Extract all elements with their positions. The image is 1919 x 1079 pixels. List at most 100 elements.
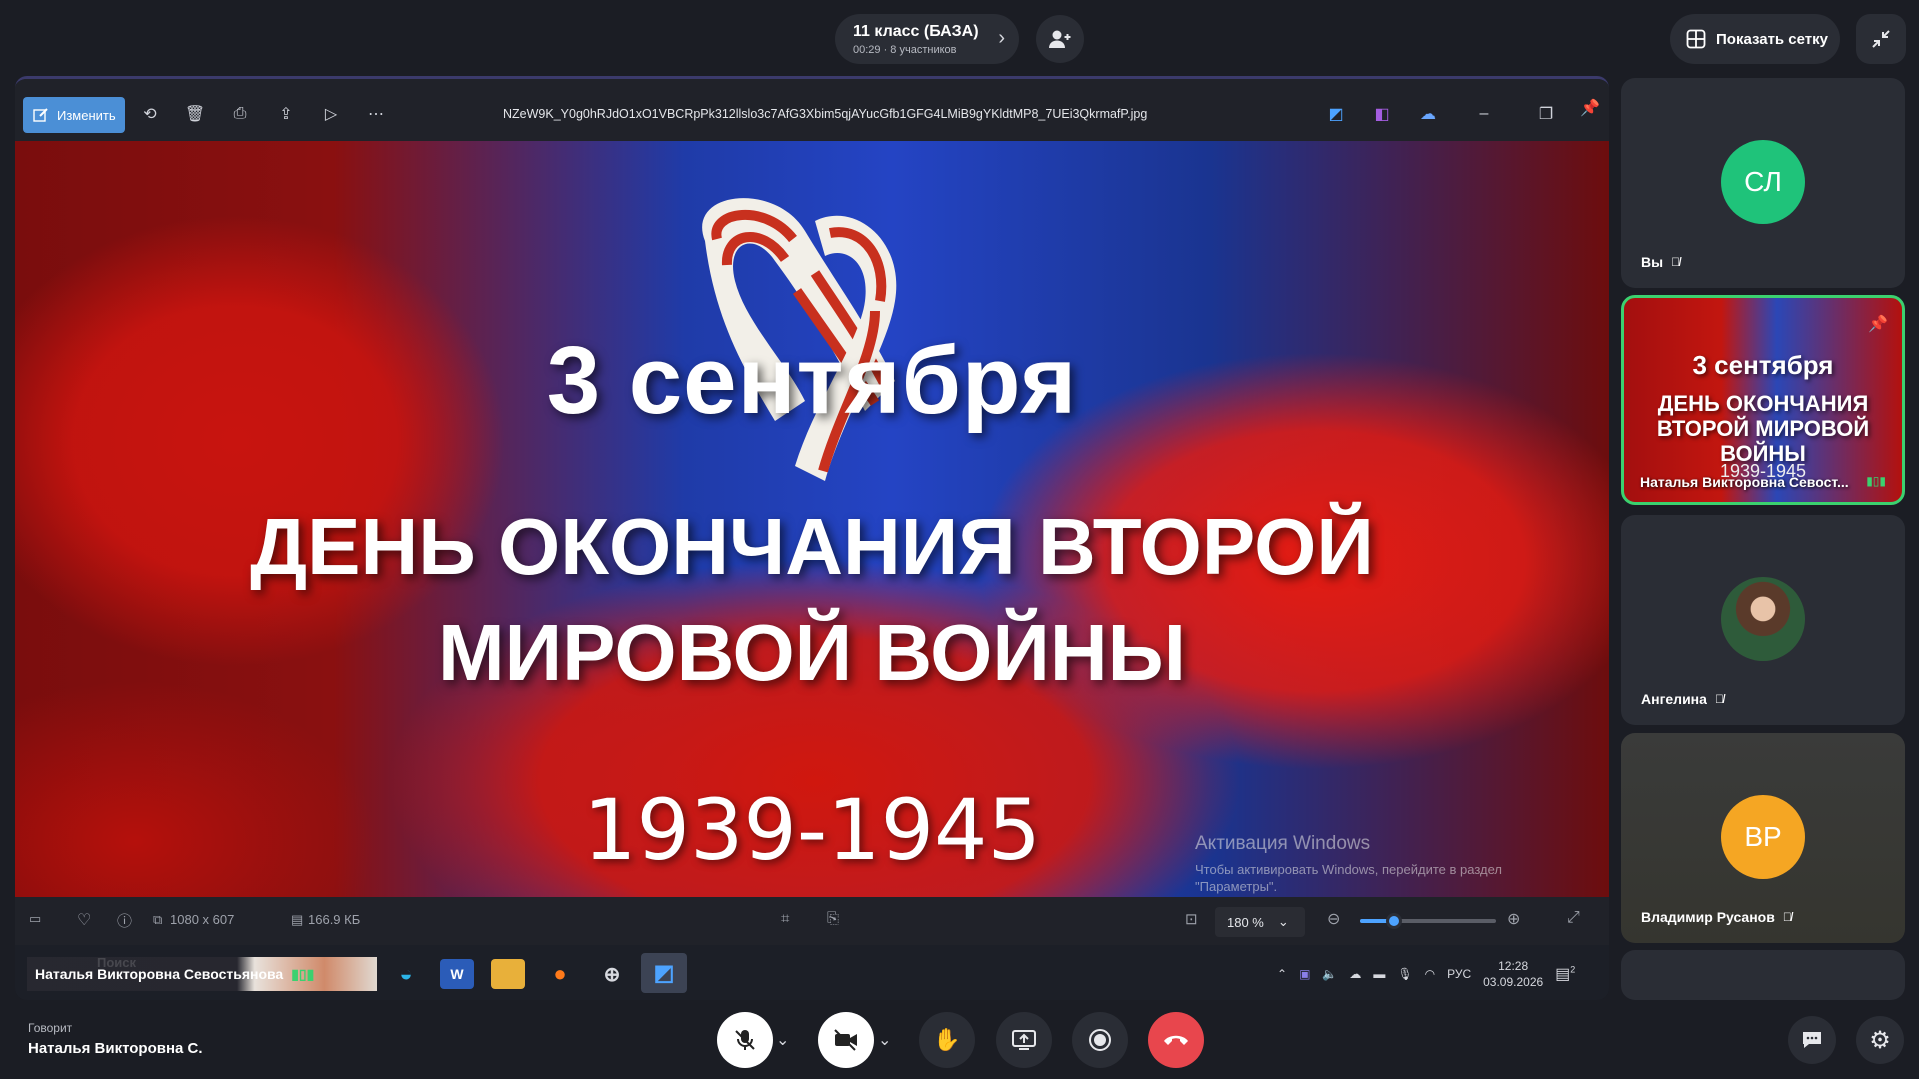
taskbar-search-placeholder: Поиск	[97, 955, 137, 970]
add-participant-button[interactable]	[1036, 15, 1084, 63]
record-button[interactable]	[1072, 1012, 1128, 1068]
edge-icon[interactable]: ◒	[389, 959, 423, 989]
clock[interactable]: 12:28 03.09.2026	[1483, 958, 1543, 990]
photos-taskbar-icon[interactable]: ◩	[641, 953, 687, 993]
microphone-icon[interactable]: 🎙	[1397, 967, 1412, 981]
fullscreen-icon[interactable]: ⤢	[1567, 909, 1580, 927]
pin-icon[interactable]: 📌	[1577, 95, 1603, 121]
zoom-slider-thumb[interactable]	[1386, 913, 1402, 929]
delete-icon[interactable]: 🗑	[182, 101, 208, 127]
microphone-toggle-button[interactable]	[717, 1012, 773, 1068]
record-icon	[1089, 1029, 1111, 1051]
participant-name-text: Ангелина	[1641, 691, 1707, 707]
participant-name-text: Вы	[1641, 254, 1664, 270]
chevron-down-icon: ⌄	[1277, 914, 1289, 929]
mic-muted-icon: 🎙̸	[1714, 692, 1724, 706]
minimize-icon[interactable]: –	[1471, 101, 1497, 127]
onedrive-icon[interactable]: ☁	[1415, 101, 1441, 127]
participant-tile-vladimir[interactable]: ВР Владимир Русанов 🎙̸	[1621, 733, 1905, 943]
participant-tile-self[interactable]: СЛ Вы 🎙̸	[1621, 78, 1905, 288]
mic-options-chevron-icon[interactable]: ⌄	[776, 1030, 789, 1050]
slide-date: 3 сентября	[546, 327, 1078, 434]
photo-viewer-toolbar: Изменить ⟲ 🗑 ⎙ ⇪ ▷ ⋯ NZeW9K_Y0g0hRJdO1xO…	[15, 79, 1609, 141]
chat-button[interactable]	[1788, 1016, 1836, 1064]
pin-icon[interactable]: 📌	[1868, 314, 1888, 334]
slide-title-line1: ДЕНЬ ОКОНЧАНИЯ ВТОРОЙ	[250, 502, 1374, 591]
edit-label: Изменить	[57, 107, 116, 123]
rotate-icon[interactable]: ⟲	[137, 101, 163, 127]
restore-icon[interactable]: ❐	[1533, 101, 1559, 127]
gear-icon: ⚙	[1869, 1026, 1891, 1054]
word-icon[interactable]: W	[440, 959, 474, 989]
show-grid-label: Показать сетку	[1716, 30, 1828, 48]
speaker-name: Наталья Викторовна С.	[28, 1040, 203, 1057]
slideshow-icon[interactable]: ▷	[318, 101, 344, 127]
zoom-slider-track[interactable]	[1360, 913, 1496, 929]
thumbnail-slide-title: ДЕНЬ ОКОНЧАНИЯ ВТОРОЙ МИРОВОЙ ВОЙНЫ	[1656, 391, 1870, 466]
participant-name-text: Владимир Русанов	[1641, 909, 1775, 925]
more-options-icon[interactable]: ⋯	[363, 101, 389, 127]
audio-level-icon: ▮▯▮	[1866, 474, 1886, 488]
windows-activation-watermark: Активация Windows Чтобы активировать Win…	[1195, 833, 1502, 895]
mic-muted-icon: 🎙̸	[1671, 255, 1681, 269]
edit-button[interactable]: Изменить	[23, 97, 125, 133]
screen-share-icon	[1012, 1030, 1036, 1050]
zoom-dropdown[interactable]: 180 % ⌄	[1215, 907, 1305, 937]
speaker-label: Говорит	[28, 1021, 73, 1035]
hand-icon: ✋	[933, 1027, 961, 1052]
avatar: ВР	[1721, 795, 1805, 879]
fit-to-window-icon[interactable]: ⊡	[1185, 910, 1198, 928]
participant-tile-angelina[interactable]: Ангелина 🎙̸	[1621, 515, 1905, 725]
favorite-icon[interactable]: ♡	[77, 910, 91, 930]
avatar: СЛ	[1721, 140, 1805, 224]
end-call-button[interactable]	[1148, 1012, 1204, 1068]
volume-icon[interactable]: 🔈	[1322, 967, 1337, 981]
chevron-up-icon[interactable]: ⌃	[1277, 967, 1287, 981]
visual-search-icon[interactable]: ⌗	[781, 910, 789, 927]
meeting-info-button[interactable]: 11 класс (БАЗА) 00:29 · 8 участников ›	[835, 14, 1019, 64]
screen-share: Изменить ⟲ 🗑 ⎙ ⇪ ▷ ⋯ NZeW9K_Y0g0hRJdO1xO…	[15, 76, 1609, 1000]
filmstrip-icon[interactable]: ▭	[29, 911, 41, 927]
dimensions-icon: ⧉	[153, 912, 163, 927]
globe-icon[interactable]: ⊕	[595, 959, 629, 989]
file-size-icon: ▤	[291, 912, 304, 927]
settings-button[interactable]: ⚙	[1856, 1016, 1904, 1064]
clipchamp-icon[interactable]: ◧	[1369, 101, 1395, 127]
wifi-icon[interactable]: ◠	[1425, 967, 1435, 981]
onedrive-tray-icon[interactable]: ☁	[1349, 967, 1361, 981]
chevron-right-icon: ›	[998, 27, 1005, 49]
ocr-icon[interactable]: ⎘	[827, 910, 839, 927]
activation-line1: Чтобы активировать Windows, перейдите в …	[1195, 862, 1502, 877]
presenter-name: Наталья Викторовна Севостьянова	[35, 966, 284, 982]
camera-toggle-button[interactable]	[818, 1012, 874, 1068]
share-icon[interactable]: ⇪	[273, 101, 299, 127]
participant-name: Ангелина 🎙̸	[1641, 691, 1724, 707]
language-indicator[interactable]: РУС	[1447, 967, 1471, 981]
show-grid-button[interactable]: Показать сетку	[1670, 14, 1840, 64]
info-icon[interactable]: ⓘ	[117, 910, 132, 931]
participant-name: Наталья Викторовна Севост...	[1640, 474, 1849, 490]
zoom-in-icon[interactable]: ⊕	[1507, 909, 1520, 929]
share-screen-button[interactable]	[996, 1012, 1052, 1068]
clock-time: 12:28	[1498, 959, 1529, 973]
active-speaker: Говорит Наталья Викторовна С.	[28, 1021, 203, 1057]
chat-icon	[1803, 1032, 1821, 1048]
raise-hand-button[interactable]: ✋	[919, 1012, 975, 1068]
camera-options-chevron-icon[interactable]: ⌄	[878, 1030, 891, 1050]
battery-icon[interactable]: ▬	[1373, 967, 1385, 981]
zoom-out-icon[interactable]: ⊖	[1327, 909, 1340, 929]
teams-tray-icon[interactable]: ▣	[1299, 967, 1310, 981]
print-icon[interactable]: ⎙	[227, 101, 253, 127]
thumbnail-slide-date: 3 сентября	[1692, 350, 1834, 380]
collapse-button[interactable]	[1856, 14, 1906, 64]
collapse-icon	[1872, 30, 1890, 48]
participant-tile-more[interactable]	[1621, 950, 1905, 1000]
firefox-icon[interactable]: ●	[543, 959, 577, 989]
notifications-icon[interactable]: ▤2	[1555, 964, 1575, 984]
file-size: 166.9 КБ	[308, 912, 361, 927]
activation-title: Активация Windows	[1195, 833, 1371, 854]
zoom-value: 180 %	[1227, 914, 1264, 930]
participant-tile-presenter[interactable]: 3 сентября ДЕНЬ ОКОНЧАНИЯ ВТОРОЙ МИРОВОЙ…	[1621, 295, 1905, 505]
photo-app-icon[interactable]: ◩	[1323, 101, 1349, 127]
file-explorer-icon[interactable]	[491, 959, 525, 989]
